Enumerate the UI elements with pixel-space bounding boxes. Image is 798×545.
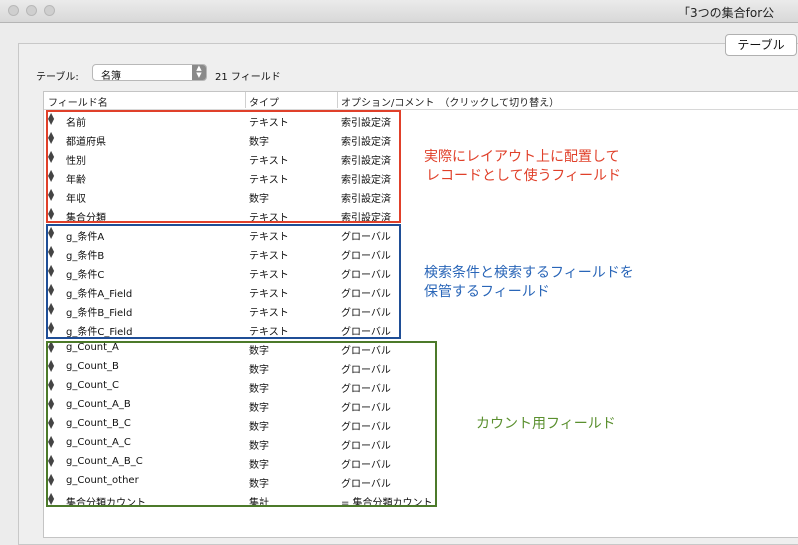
close-window-button[interactable] [8, 5, 19, 16]
table-select[interactable]: 名簿 ▲ ▼ [92, 64, 207, 82]
column-header-field-name[interactable]: フィールド名 [48, 94, 108, 109]
zoom-window-button[interactable] [44, 5, 55, 16]
minimize-window-button[interactable] [26, 5, 37, 16]
column-divider [337, 92, 338, 108]
search-fields-note-line2: 保管するフィールド [424, 284, 550, 300]
column-header-type[interactable]: タイプ [249, 94, 279, 109]
count-fields-highlight [46, 341, 437, 507]
window-titlebar: 「3つの集合for公 [0, 0, 798, 23]
layout-fields-highlight [46, 110, 401, 223]
table-label: テーブル: [36, 72, 79, 83]
field-count: 21 フィールド [215, 72, 281, 83]
search-fields-note: 検索条件と検索するフィールドを 保管するフィールド [424, 264, 634, 302]
search-fields-highlight [46, 224, 401, 339]
layout-fields-note: 実際にレイアウト上に配置して レコードとして使うフィールド [424, 148, 621, 186]
layout-fields-note-line2: レコードとして使うフィールド [426, 168, 622, 184]
table-tab-button[interactable]: テーブル [725, 34, 797, 56]
column-divider [245, 92, 246, 108]
layout-fields-note-line1: 実際にレイアウト上に配置して [424, 149, 620, 165]
count-fields-note: カウント用フィールド [476, 416, 616, 432]
table-select-value: 名簿 [101, 71, 121, 82]
search-fields-note-line1: 検索条件と検索するフィールドを [424, 265, 634, 281]
column-header-options[interactable]: オプション/コメント （クリックして切り替え） [341, 94, 559, 109]
up-down-arrows-icon: ▲ ▼ [192, 65, 206, 80]
window-title: 「3つの集合for公 [678, 6, 775, 20]
